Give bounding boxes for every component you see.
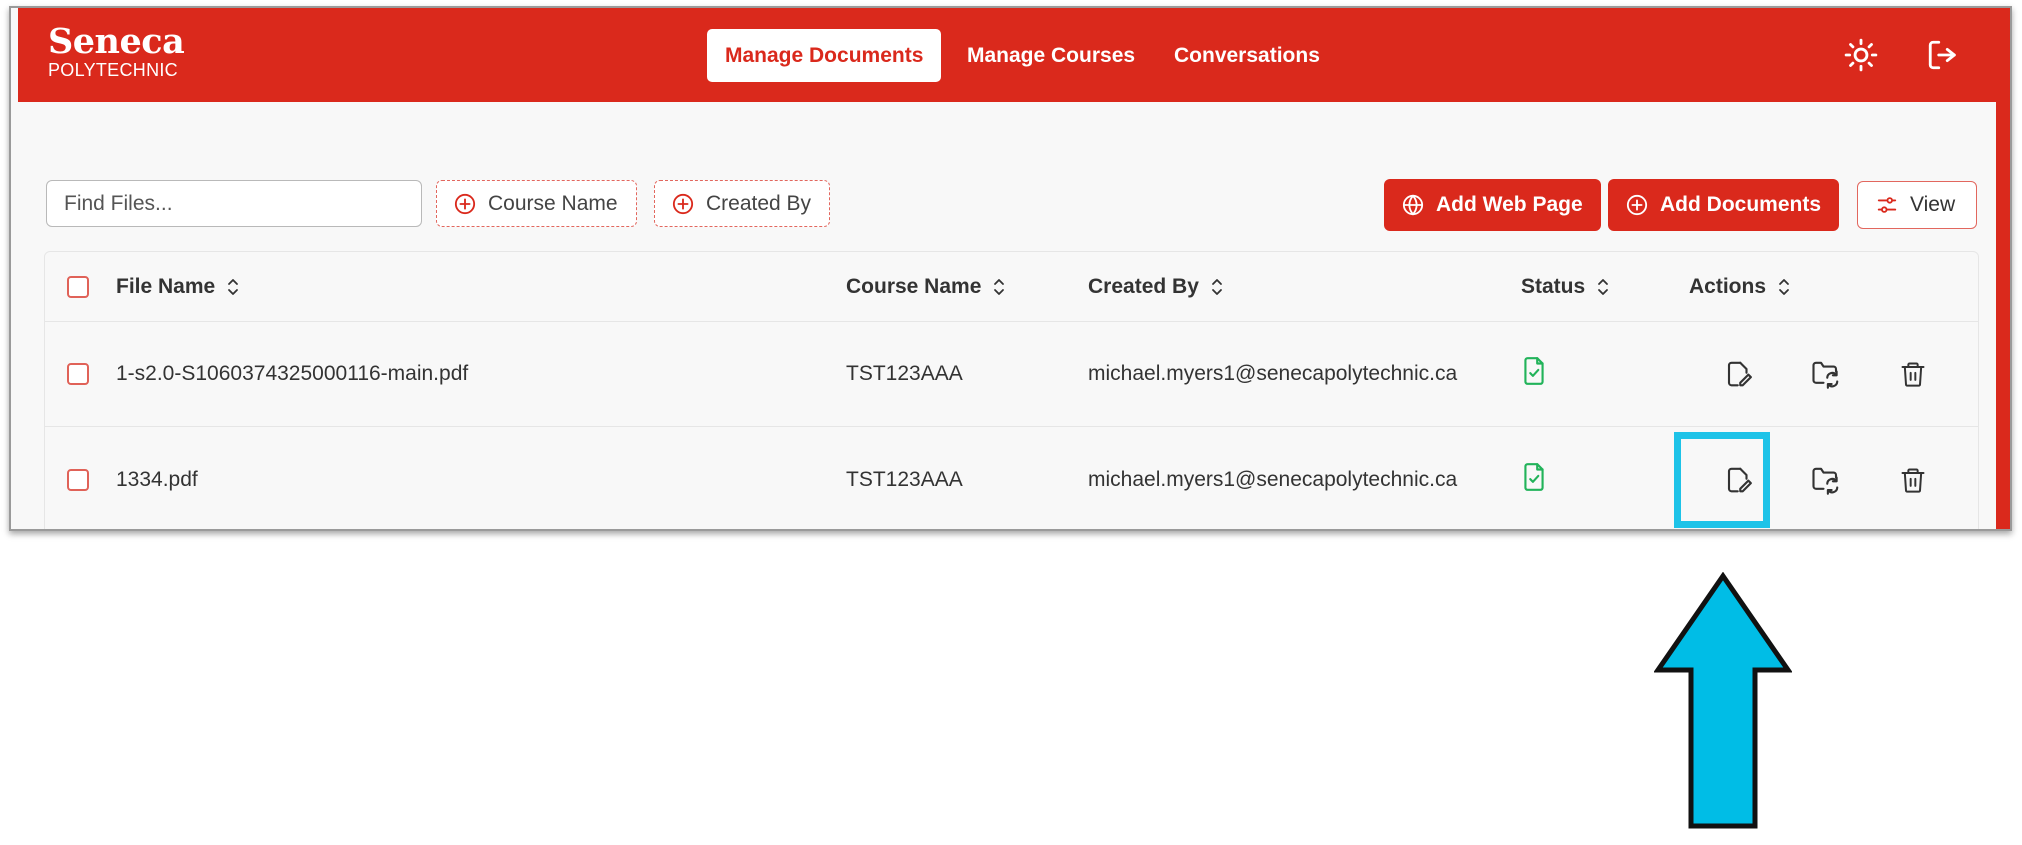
folder-sync-icon[interactable]: [1806, 460, 1846, 500]
add-documents-label: Add Documents: [1660, 193, 1822, 216]
seneca-logo[interactable]: Seneca POLYTECHNIC: [48, 21, 185, 81]
column-header-actions[interactable]: Actions: [1689, 252, 1790, 321]
sort-icon: [227, 278, 239, 296]
file-name-cell: 1334.pdf: [116, 468, 198, 491]
add-documents-button[interactable]: Add Documents: [1608, 179, 1840, 231]
search-input[interactable]: [46, 180, 422, 227]
column-header-status[interactable]: Status: [1521, 252, 1609, 321]
course-name-cell: TST123AAA: [846, 362, 963, 385]
plus-circle-icon: [672, 193, 694, 215]
top-navbar: Seneca POLYTECHNIC Manage Documents Mana…: [18, 8, 2000, 102]
row-checkbox[interactable]: [67, 469, 89, 491]
created-by-filter-button[interactable]: Created By: [654, 180, 831, 227]
row-checkbox-cell: [67, 322, 89, 426]
tab-manage-documents[interactable]: Manage Documents: [707, 29, 942, 82]
column-header-label: Actions: [1689, 274, 1767, 298]
table-row: 1-s2.0-S1060374325000116-main.pdf TST123…: [45, 322, 1978, 427]
sort-icon: [1778, 278, 1790, 296]
logo-subtitle: POLYTECHNIC: [48, 60, 178, 80]
file-check-icon: [1521, 356, 1547, 392]
sort-icon: [1597, 278, 1609, 296]
globe-icon: [1402, 194, 1424, 216]
course-name-cell: TST123AAA: [846, 468, 963, 491]
edit-button-highlight-box: [1674, 432, 1770, 528]
logout-icon[interactable]: [1922, 34, 1964, 76]
file-check-icon: [1521, 462, 1547, 498]
trash-icon[interactable]: [1893, 460, 1933, 500]
plus-circle-icon: [1626, 194, 1648, 216]
status-cell: [1521, 322, 1547, 426]
course-name-filter-label: Course Name: [488, 191, 618, 215]
column-header-label: Course Name: [846, 274, 982, 298]
folder-sync-icon[interactable]: [1806, 354, 1846, 394]
select-all-checkbox[interactable]: [67, 275, 89, 298]
view-options-button[interactable]: View: [1857, 181, 1977, 229]
status-cell: [1521, 428, 1547, 529]
trash-icon[interactable]: [1893, 354, 1933, 394]
add-web-page-label: Add Web Page: [1436, 193, 1583, 216]
column-header-course-name[interactable]: Course Name: [846, 252, 1005, 321]
row-checkbox-cell: [67, 428, 89, 529]
column-header-label: File Name: [116, 274, 216, 298]
table-header-row: File Name Course Name Created By Status …: [45, 252, 1978, 322]
course-name-filter-button[interactable]: Course Name: [436, 180, 637, 227]
column-header-file-name[interactable]: File Name: [116, 252, 239, 321]
row-checkbox[interactable]: [67, 363, 89, 385]
up-arrow-annotation: [1654, 572, 1792, 829]
sort-icon: [1211, 278, 1223, 296]
column-header-label: Status: [1521, 274, 1586, 298]
plus-circle-icon: [454, 193, 476, 215]
add-web-page-button[interactable]: Add Web Page: [1384, 179, 1601, 231]
tab-conversations[interactable]: Conversations: [1156, 29, 1338, 82]
file-name-cell: 1-s2.0-S1060374325000116-main.pdf: [116, 362, 469, 385]
sliders-icon: [1876, 194, 1898, 216]
created-by-filter-label: Created By: [706, 191, 812, 215]
column-header-created-by[interactable]: Created By: [1088, 252, 1223, 321]
view-label: View: [1910, 193, 1956, 216]
window-edge-scrollbar: [1996, 8, 2010, 529]
select-all-checkbox-cell: [67, 252, 89, 321]
created-by-cell: michael.myers1@senecapolytechnic.ca: [1088, 362, 1458, 385]
sort-icon: [993, 278, 1005, 296]
tab-manage-courses[interactable]: Manage Courses: [949, 29, 1153, 82]
column-header-label: Created By: [1088, 274, 1199, 298]
logo-wordmark: Seneca: [48, 21, 185, 62]
edit-icon[interactable]: [1719, 354, 1759, 394]
created-by-cell: michael.myers1@senecapolytechnic.ca: [1088, 468, 1458, 491]
sun-icon[interactable]: [1840, 34, 1882, 76]
